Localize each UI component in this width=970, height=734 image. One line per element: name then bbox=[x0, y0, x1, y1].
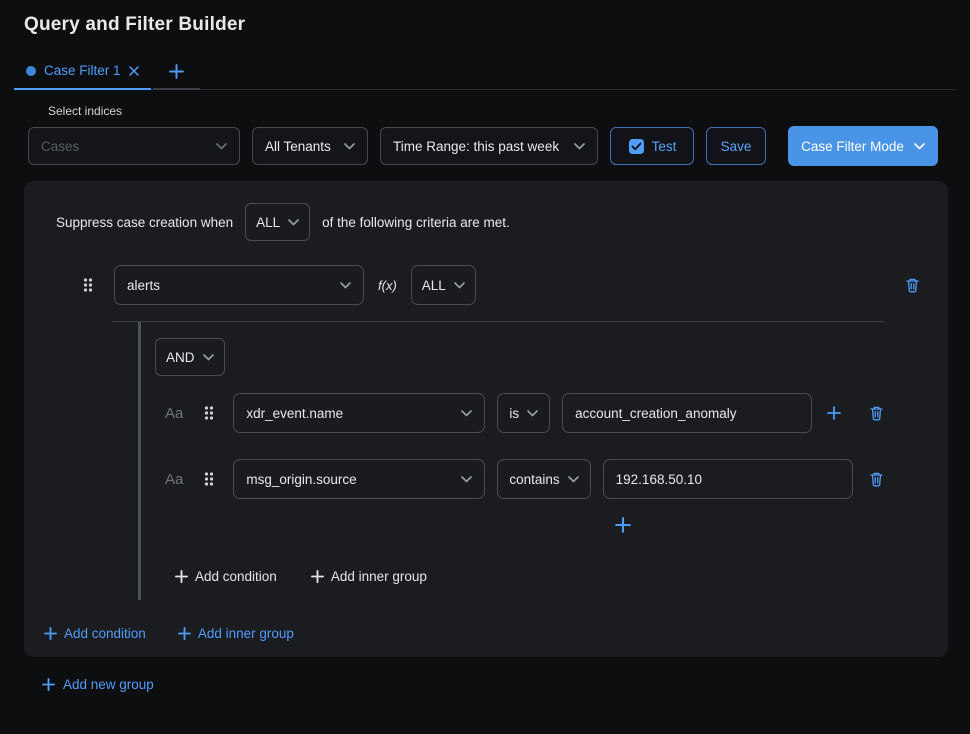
chevron-down-icon bbox=[461, 410, 472, 417]
chevron-down-icon bbox=[527, 410, 538, 417]
case-sensitivity-toggle[interactable]: Aa bbox=[165, 471, 183, 488]
tenant-select[interactable]: All Tenants bbox=[252, 127, 368, 165]
add-condition-label: Add condition bbox=[64, 626, 146, 641]
add-condition-inline-button[interactable] bbox=[615, 517, 884, 533]
drag-handle-icon[interactable] bbox=[82, 277, 94, 293]
logic-operator-select[interactable]: AND bbox=[155, 338, 225, 376]
test-button[interactable]: Test bbox=[610, 127, 694, 165]
time-range-value: Time Range: this past week bbox=[393, 139, 559, 154]
test-label: Test bbox=[652, 139, 677, 154]
add-inner-group-button[interactable]: Add inner group bbox=[178, 626, 294, 641]
tab-close-icon[interactable] bbox=[129, 66, 139, 76]
add-new-group-button[interactable]: Add new group bbox=[42, 677, 970, 692]
add-tab-button[interactable] bbox=[153, 64, 200, 90]
condition-field-select[interactable]: msg_origin.source bbox=[233, 459, 485, 499]
mode-label: Case Filter Mode bbox=[801, 139, 904, 154]
plus-icon bbox=[42, 678, 55, 691]
function-label: f(x) bbox=[378, 278, 397, 293]
tab-case-filter-1[interactable]: Case Filter 1 bbox=[14, 63, 151, 90]
group-fx-operator-value: ALL bbox=[422, 278, 446, 293]
group-source-select[interactable]: alerts bbox=[114, 265, 364, 305]
case-sensitivity-toggle[interactable]: Aa bbox=[165, 405, 183, 422]
suppress-operator-value: ALL bbox=[256, 215, 280, 230]
tab-status-dot-icon bbox=[26, 66, 36, 76]
condition-field-value: msg_origin.source bbox=[246, 472, 356, 487]
filter-builder-panel: Suppress case creation when ALL of the f… bbox=[24, 181, 948, 657]
tenant-value: All Tenants bbox=[265, 139, 331, 154]
logic-row: AND bbox=[155, 338, 884, 376]
add-inner-group-label: Add inner group bbox=[331, 569, 427, 584]
chevron-down-icon bbox=[216, 143, 227, 150]
toolbar: Cases All Tenants Time Range: this past … bbox=[28, 126, 938, 166]
time-range-select[interactable]: Time Range: this past week bbox=[380, 127, 598, 165]
plus-icon bbox=[169, 64, 184, 79]
chevron-down-icon bbox=[340, 282, 351, 289]
delete-group-icon[interactable] bbox=[905, 277, 920, 293]
suppress-operator-select[interactable]: ALL bbox=[245, 203, 310, 241]
save-button[interactable]: Save bbox=[706, 127, 766, 165]
select-indices-label: Select indices bbox=[48, 104, 970, 118]
add-condition-button[interactable]: Add condition bbox=[175, 569, 277, 584]
condition-operator-value: contains bbox=[509, 472, 559, 487]
suppress-suffix: of the following criteria are met. bbox=[322, 215, 510, 230]
add-condition-label: Add condition bbox=[195, 569, 277, 584]
group-inner: AND Aa xdr_event.name bbox=[138, 322, 884, 600]
indices-select[interactable]: Cases bbox=[28, 127, 240, 165]
suppress-prefix: Suppress case creation when bbox=[56, 215, 233, 230]
add-condition-button[interactable]: Add condition bbox=[44, 626, 146, 641]
group-source-value: alerts bbox=[127, 278, 160, 293]
drag-handle-icon[interactable] bbox=[203, 471, 215, 487]
condition-field-select[interactable]: xdr_event.name bbox=[233, 393, 485, 433]
plus-icon bbox=[175, 570, 188, 583]
condition-operator-select[interactable]: contains bbox=[497, 459, 590, 499]
chevron-down-icon bbox=[203, 354, 214, 361]
condition-field-value: xdr_event.name bbox=[246, 406, 343, 421]
panel-actions: Add condition Add inner group bbox=[44, 626, 932, 641]
plus-icon bbox=[311, 570, 324, 583]
chevron-down-icon bbox=[288, 219, 299, 226]
inner-group-actions: Add condition Add inner group bbox=[175, 569, 884, 584]
condition-value-input[interactable] bbox=[562, 393, 812, 433]
tab-bar: Case Filter 1 bbox=[14, 56, 956, 90]
chevron-down-icon bbox=[574, 143, 585, 150]
chevron-down-icon bbox=[454, 282, 465, 289]
delete-condition-icon[interactable] bbox=[869, 405, 884, 421]
tab-label: Case Filter 1 bbox=[44, 63, 121, 78]
condition-row: Aa msg_origin.source contains bbox=[155, 459, 884, 499]
suppress-row: Suppress case creation when ALL of the f… bbox=[56, 203, 932, 241]
logic-operator-value: AND bbox=[166, 350, 195, 365]
chevron-down-icon bbox=[461, 476, 472, 483]
condition-operator-value: is bbox=[509, 406, 519, 421]
delete-condition-icon[interactable] bbox=[869, 471, 884, 487]
group-body: AND Aa xdr_event.name bbox=[112, 321, 884, 600]
group-header: alerts f(x) ALL bbox=[82, 265, 932, 305]
add-new-group-label: Add new group bbox=[63, 677, 154, 692]
condition-row: Aa xdr_event.name is bbox=[155, 393, 884, 433]
group-fx-operator-select[interactable]: ALL bbox=[411, 265, 476, 305]
condition-value-input[interactable] bbox=[603, 459, 853, 499]
add-inner-group-label: Add inner group bbox=[198, 626, 294, 641]
chevron-down-icon bbox=[914, 143, 925, 150]
add-value-icon[interactable] bbox=[827, 406, 841, 420]
chevron-down-icon bbox=[568, 476, 579, 483]
condition-operator-select[interactable]: is bbox=[497, 393, 550, 433]
plus-icon bbox=[44, 627, 57, 640]
drag-handle-icon[interactable] bbox=[203, 405, 215, 421]
plus-icon bbox=[178, 627, 191, 640]
save-label: Save bbox=[721, 139, 752, 154]
test-icon bbox=[628, 138, 645, 155]
case-filter-mode-button[interactable]: Case Filter Mode bbox=[788, 126, 938, 166]
indices-placeholder: Cases bbox=[41, 139, 79, 154]
add-inner-group-button[interactable]: Add inner group bbox=[311, 569, 427, 584]
page-title: Query and Filter Builder bbox=[24, 14, 970, 36]
chevron-down-icon bbox=[344, 143, 355, 150]
